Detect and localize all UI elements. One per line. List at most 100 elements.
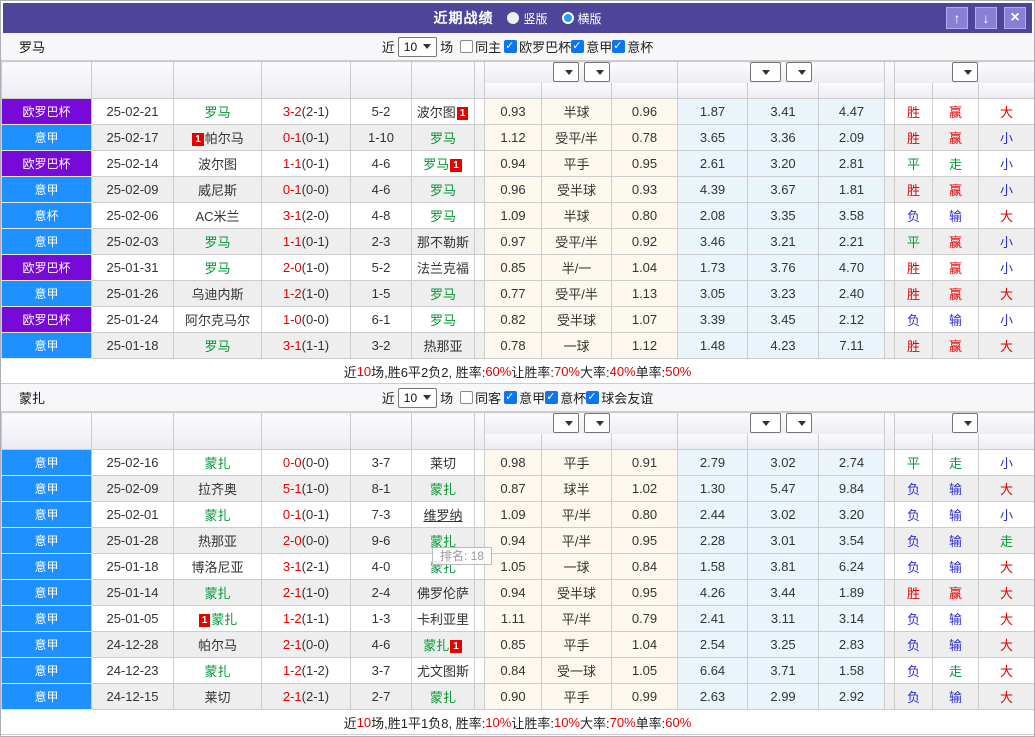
team-link[interactable]: 蒙扎: [204, 508, 230, 523]
home-team: AC米兰: [173, 202, 262, 229]
avg-home-odds: 2.54: [677, 631, 749, 658]
home-team: 罗马: [173, 98, 262, 125]
checkbox-icon[interactable]: [612, 39, 626, 53]
fullmatch-select[interactable]: [951, 62, 978, 83]
league-checkbox-label[interactable]: 意甲: [586, 37, 612, 56]
radio-vertical[interactable]: 竖版: [507, 10, 548, 27]
team-link[interactable]: 蒙扎: [204, 586, 230, 601]
home-odds: 0.85: [484, 254, 542, 281]
team-link[interactable]: 维罗纳: [423, 508, 462, 523]
team-link[interactable]: 蒙扎: [204, 456, 230, 471]
radio-horizontal[interactable]: 横版: [561, 10, 602, 27]
team-link[interactable]: 罗马: [423, 157, 449, 172]
checkbox-icon[interactable]: [586, 390, 600, 404]
team-link[interactable]: 波尔图: [417, 105, 456, 120]
checkbox-icon[interactable]: [504, 390, 518, 404]
avg-select[interactable]: [750, 413, 782, 434]
final-odds-select-2[interactable]: [786, 62, 813, 83]
league-checkbox-意杯[interactable]: 意杯: [545, 388, 586, 407]
crow-select[interactable]: [552, 62, 579, 83]
team-link[interactable]: 蒙扎: [430, 482, 456, 497]
team-link[interactable]: 罗马: [204, 339, 230, 354]
team-link[interactable]: 法兰克福: [417, 261, 469, 276]
same-venue-checkbox[interactable]: 同客: [460, 388, 501, 407]
checkbox-icon[interactable]: [504, 39, 518, 53]
team-link[interactable]: 博洛尼亚: [191, 560, 243, 575]
team-link[interactable]: 蒙扎: [211, 612, 237, 627]
move-up-button[interactable]: ↑: [946, 7, 968, 29]
league-checkbox-意甲[interactable]: 意甲: [504, 388, 545, 407]
team-link[interactable]: 佛罗伦萨: [417, 586, 469, 601]
fullmatch-select[interactable]: [951, 413, 978, 434]
match-date: 25-02-17: [91, 124, 174, 151]
recent-count-select[interactable]: 10: [397, 36, 438, 57]
team-link[interactable]: 罗马: [204, 235, 230, 250]
league-checkbox-label[interactable]: 欧罗巴杯: [519, 37, 571, 56]
league-checkbox-意甲[interactable]: 意甲: [571, 37, 612, 56]
move-down-button[interactable]: ↓: [975, 7, 997, 29]
league-checkbox-label[interactable]: 意杯: [627, 37, 653, 56]
radio-vertical-label[interactable]: 竖版: [523, 10, 547, 27]
league-checkbox-label[interactable]: 意甲: [519, 388, 545, 407]
radio-horizontal-label[interactable]: 横版: [578, 10, 602, 27]
avg-select[interactable]: [750, 62, 782, 83]
crow-select[interactable]: [552, 413, 579, 434]
team-link[interactable]: 热那亚: [423, 339, 462, 354]
team-link[interactable]: AC米兰: [195, 209, 239, 224]
team-link[interactable]: 罗马: [430, 313, 456, 328]
team-link[interactable]: 威尼斯: [198, 183, 237, 198]
home-team: 热那亚: [173, 527, 262, 554]
spacer: [474, 61, 485, 99]
team-link[interactable]: 热那亚: [198, 534, 237, 549]
summary-part: 10%: [485, 714, 512, 730]
radio-vertical-icon[interactable]: [507, 12, 520, 24]
league-checkbox-label[interactable]: 球会友谊: [601, 388, 653, 407]
team-link[interactable]: 罗马: [204, 105, 230, 120]
team-link[interactable]: 蒙扎: [204, 664, 230, 679]
match-row: 意甲 24-12-28 帕尔马 2-1(0-0) 4-6 蒙扎 1 0.85 平手 1.04 2.5…: [1, 631, 1034, 658]
team-link[interactable]: 莱切: [430, 456, 456, 471]
team-link[interactable]: 阿尔克马尔: [185, 313, 250, 328]
result-cell: 胜: [894, 254, 934, 281]
same-venue-checkbox[interactable]: 同主: [460, 37, 501, 56]
summary-text: 近 10 场,胜1平1负8, 胜率: 10% 让胜率: 10% 大率: 70% 单率: 60…: [1, 710, 1034, 735]
away-team: 罗马: [411, 202, 475, 229]
avg-home-odds: 2.41: [677, 605, 749, 632]
league-checkbox-意杯[interactable]: 意杯: [612, 37, 653, 56]
radio-horizontal-icon[interactable]: [561, 12, 574, 24]
team-link[interactable]: 帕尔马: [198, 638, 237, 653]
final-odds-select-2[interactable]: [786, 413, 813, 434]
avg-away-odds: 3.14: [818, 605, 886, 632]
team-link[interactable]: 莱切: [204, 690, 230, 705]
team-link[interactable]: 那不勒斯: [417, 235, 469, 250]
checkbox-icon[interactable]: [571, 39, 585, 53]
team-link[interactable]: 蒙扎: [423, 638, 449, 653]
checkbox-icon[interactable]: [545, 390, 559, 404]
league-checkbox-球会友谊[interactable]: 球会友谊: [586, 388, 653, 407]
team-link[interactable]: 罗马: [430, 131, 456, 146]
team-link[interactable]: 乌迪内斯: [191, 287, 243, 302]
team-link[interactable]: 帕尔马: [205, 131, 244, 146]
avg-away-odds: 1.81: [818, 176, 886, 203]
team-link[interactable]: 罗马: [430, 287, 456, 302]
final-odds-select[interactable]: [583, 62, 610, 83]
col-score: [261, 61, 351, 99]
close-button[interactable]: ×: [1004, 7, 1026, 29]
spacer: [474, 683, 485, 710]
team-link[interactable]: 卡利亚里: [417, 612, 469, 627]
team-link[interactable]: 拉齐奥: [198, 482, 237, 497]
league-checkbox-label[interactable]: 意杯: [560, 388, 586, 407]
final-odds-select[interactable]: [583, 413, 610, 434]
recent-count-select[interactable]: 10: [397, 387, 438, 408]
avg-draw-odds: 3.35: [747, 202, 820, 229]
league-checkbox-欧罗巴杯[interactable]: 欧罗巴杯: [504, 37, 571, 56]
team-link[interactable]: 波尔图: [198, 157, 237, 172]
team-link[interactable]: 尤文图斯: [417, 664, 469, 679]
team-link[interactable]: 蒙扎: [430, 690, 456, 705]
match-date: 25-02-01: [91, 501, 174, 528]
sub-avg-draw: [747, 433, 820, 450]
team-link[interactable]: 罗马: [430, 183, 456, 198]
team-link[interactable]: 罗马: [430, 209, 456, 224]
spacer: [474, 657, 485, 684]
team-link[interactable]: 罗马: [204, 261, 230, 276]
